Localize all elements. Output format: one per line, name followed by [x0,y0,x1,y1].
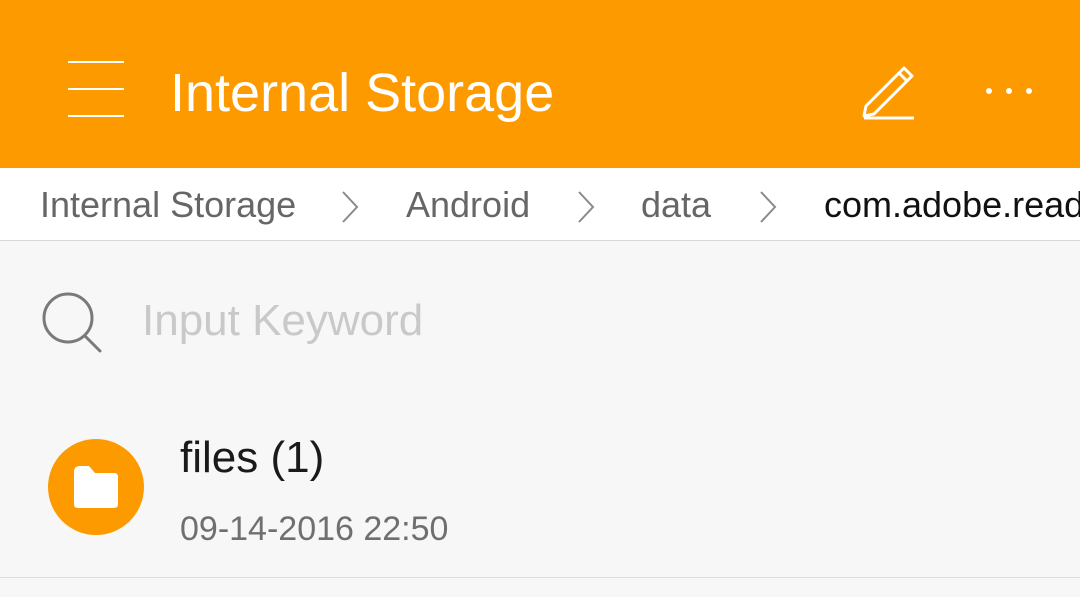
chevron-right-icon [578,191,595,223]
file-name: files (1) [180,433,325,482]
edit-button[interactable] [858,56,922,122]
breadcrumb-item-current[interactable]: com.adobe.reader [824,184,1080,226]
breadcrumb-item-android[interactable]: Android [406,184,530,226]
page-title: Internal Storage [170,63,555,123]
menu-button[interactable] [66,58,126,120]
chevron-right-icon [760,191,777,223]
pencil-icon [862,66,914,120]
file-date: 09-14-2016 22:50 [180,510,449,548]
folder-icon [74,466,118,508]
folder-icon-badge [48,439,144,535]
search-bar [0,241,1080,401]
menu-icon-line [68,88,124,90]
menu-icon-line [68,115,124,117]
search-input[interactable] [142,291,1022,351]
chevron-right-icon [342,191,359,223]
divider [0,577,1080,578]
breadcrumb-item-internal-storage[interactable]: Internal Storage [40,184,296,226]
app-bar: Internal Storage [0,0,1080,168]
more-icon [986,88,1032,94]
breadcrumb-item-data[interactable]: data [641,184,711,226]
more-options-button[interactable] [980,76,1038,106]
menu-icon-line [68,61,124,63]
breadcrumb: Internal Storage Android data com.adobe.… [0,168,1080,241]
list-item[interactable]: files (1) 09-14-2016 22:50 [0,401,1080,577]
search-icon [42,292,102,353]
